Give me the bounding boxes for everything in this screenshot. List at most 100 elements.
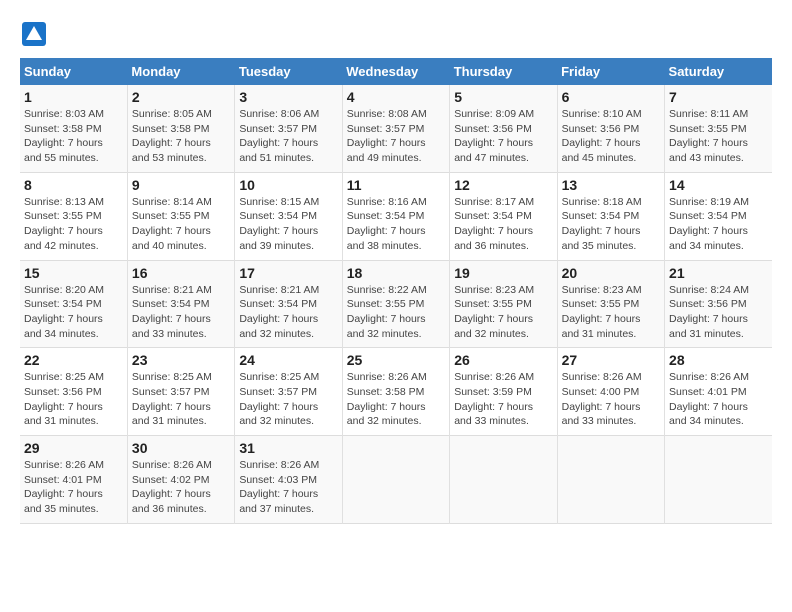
day-number: 15 [24,265,123,281]
day-info: Sunrise: 8:03 AM Sunset: 3:58 PM Dayligh… [24,107,123,166]
day-info: Sunrise: 8:26 AM Sunset: 4:03 PM Dayligh… [239,458,337,517]
day-number: 21 [669,265,768,281]
day-info: Sunrise: 8:20 AM Sunset: 3:54 PM Dayligh… [24,283,123,342]
day-info: Sunrise: 8:16 AM Sunset: 3:54 PM Dayligh… [347,195,445,254]
day-number: 24 [239,352,337,368]
calendar-cell: 27 Sunrise: 8:26 AM Sunset: 4:00 PM Dayli… [557,348,664,436]
day-number: 13 [562,177,660,193]
day-info: Sunrise: 8:26 AM Sunset: 3:58 PM Dayligh… [347,370,445,429]
calendar-cell: 18 Sunrise: 8:22 AM Sunset: 3:55 PM Dayli… [342,260,449,348]
calendar-cell: 28 Sunrise: 8:26 AM Sunset: 4:01 PM Dayli… [665,348,772,436]
calendar-cell: 8 Sunrise: 8:13 AM Sunset: 3:55 PM Daylig… [20,172,127,260]
day-info: Sunrise: 8:10 AM Sunset: 3:56 PM Dayligh… [562,107,660,166]
calendar-cell: 4Sunrise: 8:08 AM Sunset: 3:57 PM Daylig… [342,85,449,172]
calendar-cell: 24 Sunrise: 8:25 AM Sunset: 3:57 PM Dayli… [235,348,342,436]
day-info: Sunrise: 8:26 AM Sunset: 4:00 PM Dayligh… [562,370,660,429]
calendar-cell: 17 Sunrise: 8:21 AM Sunset: 3:54 PM Dayli… [235,260,342,348]
day-info: Sunrise: 8:21 AM Sunset: 3:54 PM Dayligh… [239,283,337,342]
calendar-cell: 26Sunrise: 8:26 AM Sunset: 3:59 PM Dayli… [450,348,557,436]
calendar-cell: 2 Sunrise: 8:05 AM Sunset: 3:58 PM Daylig… [127,85,234,172]
calendar-cell: 11 Sunrise: 8:16 AM Sunset: 3:54 PM Dayli… [342,172,449,260]
day-number: 29 [24,440,123,456]
col-header-sunday: Sunday [20,58,127,85]
logo-icon [20,20,48,48]
day-number: 12 [454,177,552,193]
calendar-cell: 10Sunrise: 8:15 AM Sunset: 3:54 PM Dayli… [235,172,342,260]
col-header-thursday: Thursday [450,58,557,85]
calendar-header: SundayMondayTuesdayWednesdayThursdayFrid… [20,58,772,85]
col-header-saturday: Saturday [665,58,772,85]
col-header-tuesday: Tuesday [235,58,342,85]
day-number: 1 [24,89,123,105]
day-number: 20 [562,265,660,281]
calendar-cell [665,436,772,524]
calendar-cell: 3Sunrise: 8:06 AM Sunset: 3:57 PM Daylig… [235,85,342,172]
day-info: Sunrise: 8:18 AM Sunset: 3:54 PM Dayligh… [562,195,660,254]
day-number: 18 [347,265,445,281]
day-info: Sunrise: 8:23 AM Sunset: 3:55 PM Dayligh… [562,283,660,342]
calendar-cell: 5 Sunrise: 8:09 AM Sunset: 3:56 PM Daylig… [450,85,557,172]
calendar-cell: 16 Sunrise: 8:21 AM Sunset: 3:54 PM Dayli… [127,260,234,348]
day-info: Sunrise: 8:25 AM Sunset: 3:56 PM Dayligh… [24,370,123,429]
day-number: 10 [239,177,337,193]
day-info: Sunrise: 8:26 AM Sunset: 4:02 PM Dayligh… [132,458,230,517]
calendar-cell: 12 Sunrise: 8:17 AM Sunset: 3:54 PM Dayli… [450,172,557,260]
day-info: Sunrise: 8:21 AM Sunset: 3:54 PM Dayligh… [132,283,230,342]
day-info: Sunrise: 8:22 AM Sunset: 3:55 PM Dayligh… [347,283,445,342]
calendar-cell: 22 Sunrise: 8:25 AM Sunset: 3:56 PM Dayli… [20,348,127,436]
day-info: Sunrise: 8:25 AM Sunset: 3:57 PM Dayligh… [239,370,337,429]
day-number: 2 [132,89,230,105]
day-info: Sunrise: 8:26 AM Sunset: 4:01 PM Dayligh… [24,458,123,517]
calendar-cell: 7 Sunrise: 8:11 AM Sunset: 3:55 PM Daylig… [665,85,772,172]
day-number: 6 [562,89,660,105]
week-row-2: 8 Sunrise: 8:13 AM Sunset: 3:55 PM Daylig… [20,172,772,260]
calendar-cell: 30Sunrise: 8:26 AM Sunset: 4:02 PM Dayli… [127,436,234,524]
day-info: Sunrise: 8:26 AM Sunset: 4:01 PM Dayligh… [669,370,768,429]
day-number: 5 [454,89,552,105]
day-number: 17 [239,265,337,281]
header [20,20,772,48]
day-info: Sunrise: 8:17 AM Sunset: 3:54 PM Dayligh… [454,195,552,254]
day-info: Sunrise: 8:11 AM Sunset: 3:55 PM Dayligh… [669,107,768,166]
day-number: 22 [24,352,123,368]
day-info: Sunrise: 8:23 AM Sunset: 3:55 PM Dayligh… [454,283,552,342]
day-number: 11 [347,177,445,193]
week-row-1: 1 Sunrise: 8:03 AM Sunset: 3:58 PM Daylig… [20,85,772,172]
week-row-3: 15 Sunrise: 8:20 AM Sunset: 3:54 PM Dayli… [20,260,772,348]
day-number: 7 [669,89,768,105]
calendar-cell: 23Sunrise: 8:25 AM Sunset: 3:57 PM Dayli… [127,348,234,436]
day-info: Sunrise: 8:14 AM Sunset: 3:55 PM Dayligh… [132,195,230,254]
day-number: 4 [347,89,445,105]
day-info: Sunrise: 8:09 AM Sunset: 3:56 PM Dayligh… [454,107,552,166]
day-number: 9 [132,177,230,193]
calendar-cell: 13 Sunrise: 8:18 AM Sunset: 3:54 PM Dayli… [557,172,664,260]
calendar-cell: 19 Sunrise: 8:23 AM Sunset: 3:55 PM Dayli… [450,260,557,348]
day-number: 8 [24,177,123,193]
day-number: 19 [454,265,552,281]
logo [20,20,52,48]
day-number: 27 [562,352,660,368]
day-number: 23 [132,352,230,368]
day-info: Sunrise: 8:24 AM Sunset: 3:56 PM Dayligh… [669,283,768,342]
calendar-cell [450,436,557,524]
calendar-cell: 9 Sunrise: 8:14 AM Sunset: 3:55 PM Daylig… [127,172,234,260]
day-info: Sunrise: 8:13 AM Sunset: 3:55 PM Dayligh… [24,195,123,254]
calendar-cell: 6 Sunrise: 8:10 AM Sunset: 3:56 PM Daylig… [557,85,664,172]
calendar-cell: 20 Sunrise: 8:23 AM Sunset: 3:55 PM Dayli… [557,260,664,348]
day-number: 3 [239,89,337,105]
calendar-cell: 1 Sunrise: 8:03 AM Sunset: 3:58 PM Daylig… [20,85,127,172]
calendar-cell: 25Sunrise: 8:26 AM Sunset: 3:58 PM Dayli… [342,348,449,436]
col-header-monday: Monday [127,58,234,85]
day-info: Sunrise: 8:19 AM Sunset: 3:54 PM Dayligh… [669,195,768,254]
day-number: 28 [669,352,768,368]
col-header-wednesday: Wednesday [342,58,449,85]
calendar-cell [557,436,664,524]
calendar-cell: 14Sunrise: 8:19 AM Sunset: 3:54 PM Dayli… [665,172,772,260]
day-info: Sunrise: 8:05 AM Sunset: 3:58 PM Dayligh… [132,107,230,166]
week-row-4: 22 Sunrise: 8:25 AM Sunset: 3:56 PM Dayli… [20,348,772,436]
day-number: 16 [132,265,230,281]
calendar-cell: 31Sunrise: 8:26 AM Sunset: 4:03 PM Dayli… [235,436,342,524]
calendar-cell: 21 Sunrise: 8:24 AM Sunset: 3:56 PM Dayli… [665,260,772,348]
calendar-cell: 15 Sunrise: 8:20 AM Sunset: 3:54 PM Dayli… [20,260,127,348]
day-number: 26 [454,352,552,368]
